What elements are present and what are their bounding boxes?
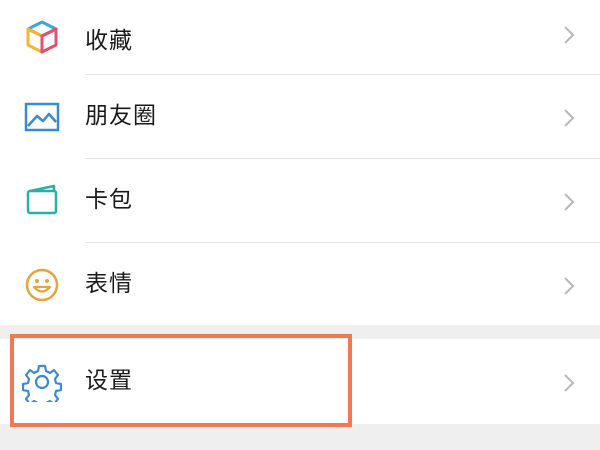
menu-item-label: 卡包 <box>85 187 133 213</box>
chevron-right-icon <box>562 275 576 297</box>
menu-item-label: 收藏 <box>85 28 133 54</box>
moments-image-icon <box>22 97 62 137</box>
favorites-cube-icon <box>22 17 62 57</box>
menu-item-stickers[interactable]: 表情 <box>0 243 600 326</box>
chevron-right-icon <box>562 24 576 46</box>
menu-item-card-wallet[interactable]: 卡包 <box>0 159 600 242</box>
menu-group-main: 收藏 朋友圈 卡包 表情 <box>0 0 600 325</box>
chevron-right-icon <box>562 107 576 129</box>
menu-item-moments[interactable]: 朋友圈 <box>0 75 600 158</box>
settings-highlight-box <box>10 334 352 427</box>
sticker-smiley-icon <box>22 265 62 305</box>
menu-item-favorites[interactable]: 收藏 <box>0 0 600 83</box>
chevron-right-icon <box>562 191 576 213</box>
chevron-right-icon <box>562 372 576 394</box>
menu-item-label: 表情 <box>85 271 133 297</box>
card-wallet-icon <box>22 181 62 221</box>
menu-item-label: 朋友圈 <box>85 103 157 129</box>
